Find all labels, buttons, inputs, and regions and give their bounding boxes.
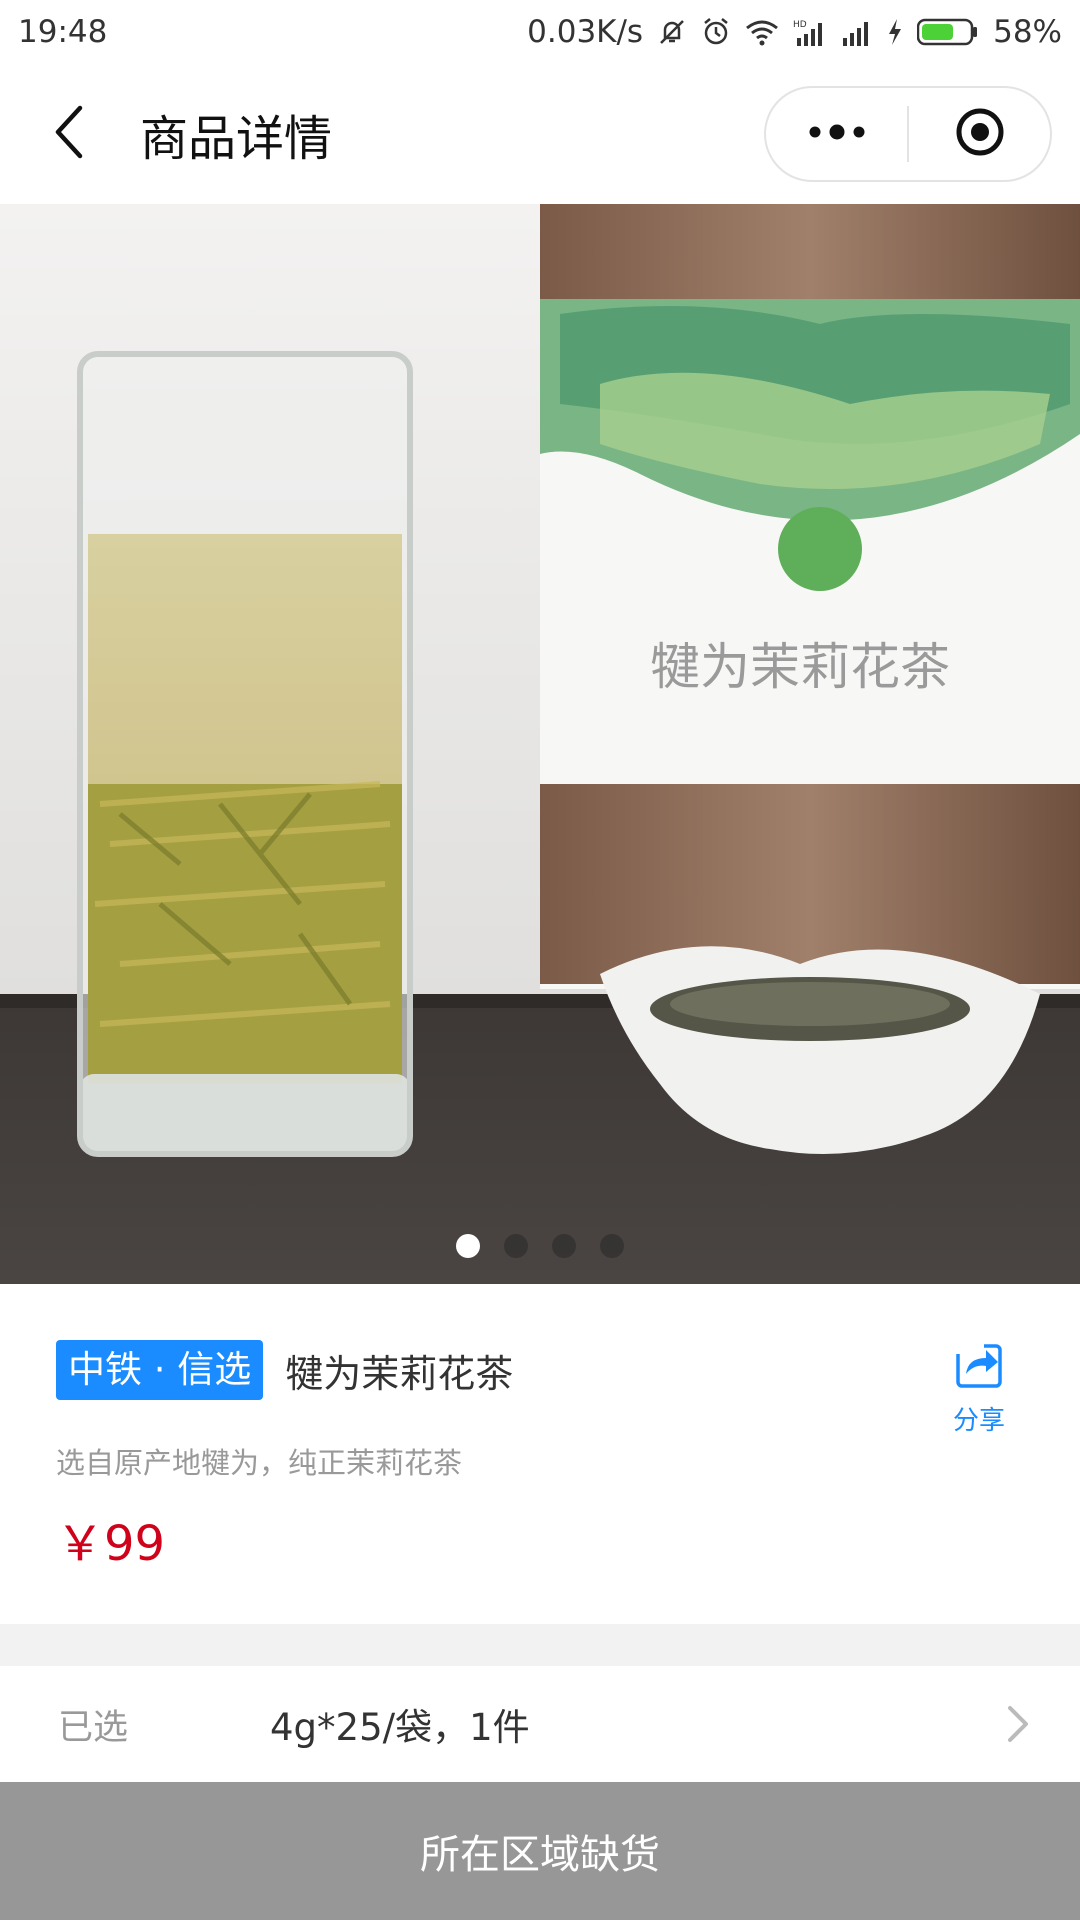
battery-icon bbox=[917, 18, 979, 46]
box-label: 犍为茉莉花茶 bbox=[650, 638, 950, 696]
back-button[interactable] bbox=[30, 94, 110, 174]
carousel-dot[interactable] bbox=[504, 1234, 528, 1258]
alarm-icon bbox=[701, 17, 731, 47]
chevron-right-icon bbox=[1006, 1704, 1030, 1748]
carousel-indicators bbox=[0, 1234, 1080, 1258]
product-price: ￥99 bbox=[56, 1516, 166, 1572]
out-of-stock-label: 所在区域缺货 bbox=[420, 1832, 660, 1878]
share-button[interactable]: 分享 bbox=[934, 1340, 1024, 1437]
carousel-dot[interactable] bbox=[552, 1234, 576, 1258]
product-subtitle: 选自原产地犍为，纯正茉莉花茶 bbox=[56, 1446, 463, 1480]
product-image-carousel[interactable]: 犍为茉莉花茶 bbox=[0, 204, 1080, 1284]
record-target-icon bbox=[954, 106, 1006, 162]
status-time: 19:48 bbox=[18, 14, 108, 50]
share-icon bbox=[954, 1340, 1004, 1394]
mute-icon bbox=[657, 17, 687, 47]
close-miniprogram-button[interactable] bbox=[909, 88, 1050, 180]
out-of-stock-button[interactable]: 所在区域缺货 bbox=[0, 1782, 1080, 1920]
more-button[interactable] bbox=[766, 88, 907, 180]
status-bar: 19:48 0.03K/s HD 58% bbox=[0, 0, 1080, 64]
spec-selector-row[interactable]: 已选 4g*25/袋，1件 bbox=[0, 1666, 1080, 1782]
hd-signal-icon: HD bbox=[793, 18, 827, 46]
menu-capsule bbox=[764, 86, 1052, 182]
svg-text:HD: HD bbox=[793, 20, 807, 30]
battery-level: 58% bbox=[993, 14, 1062, 50]
charging-icon bbox=[887, 18, 903, 46]
brand-badge: 中铁 · 信选 bbox=[56, 1340, 264, 1400]
share-label: 分享 bbox=[952, 1406, 1005, 1436]
back-arrow-icon bbox=[50, 104, 90, 164]
product-photo: 犍为茉莉花茶 bbox=[0, 204, 1080, 1284]
signal-icon bbox=[841, 18, 873, 46]
selected-label: 已选 bbox=[58, 1707, 129, 1748]
status-icons: 0.03K/s HD 58% bbox=[527, 14, 1062, 50]
nav-bar: 商品详情 bbox=[0, 64, 1080, 204]
product-title-row: 中铁 · 信选 犍为茉莉花茶 bbox=[56, 1340, 513, 1400]
product-name: 犍为茉莉花茶 bbox=[285, 1351, 514, 1396]
more-dots-icon bbox=[807, 122, 867, 146]
carousel-dot[interactable] bbox=[600, 1234, 624, 1258]
selected-value: 4g*25/袋，1件 bbox=[270, 1706, 530, 1749]
page-title: 商品详情 bbox=[140, 111, 333, 167]
wifi-icon bbox=[745, 18, 779, 46]
net-speed: 0.03K/s bbox=[527, 14, 644, 50]
product-info-card: 中铁 · 信选 犍为茉莉花茶 分享 选自原产地犍为，纯正茉莉花茶 ￥99 bbox=[0, 1284, 1080, 1624]
carousel-dot[interactable] bbox=[456, 1234, 480, 1258]
